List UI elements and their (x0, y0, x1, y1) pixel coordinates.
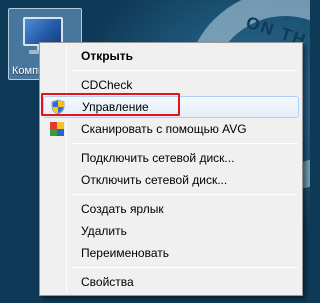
menu-item-disconnect-network-drive[interactable]: Отключить сетевой диск... (43, 169, 299, 191)
menu-item-label: Удалить (81, 224, 127, 238)
menu-separator (72, 143, 298, 144)
menu-item-label: Отключить сетевой диск... (81, 173, 228, 187)
menu-item-label: Создать ярлык (81, 202, 164, 216)
context-menu: Открыть CDCheck Управление Сканировать с… (39, 42, 303, 296)
menu-item-label: Открыть (81, 49, 134, 63)
menu-item-properties[interactable]: Свойства (43, 271, 299, 293)
menu-item-open[interactable]: Открыть (43, 45, 299, 67)
menu-item-avg-scan[interactable]: Сканировать с помощью AVG (43, 118, 299, 140)
menu-item-delete[interactable]: Удалить (43, 220, 299, 242)
menu-item-cdcheck[interactable]: CDCheck (43, 74, 299, 96)
menu-item-manage[interactable]: Управление (43, 96, 299, 118)
menu-separator (72, 70, 298, 71)
menu-item-label: CDCheck (81, 78, 133, 92)
menu-item-label: Сканировать с помощью AVG (81, 122, 247, 136)
menu-item-label: Переименовать (81, 246, 169, 260)
menu-item-label: Управление (82, 100, 149, 114)
menu-item-map-network-drive[interactable]: Подключить сетевой диск... (43, 147, 299, 169)
menu-item-create-shortcut[interactable]: Создать ярлык (43, 198, 299, 220)
menu-separator (72, 267, 298, 268)
menu-item-label: Подключить сетевой диск... (81, 151, 235, 165)
menu-separator (72, 194, 298, 195)
uac-shield-icon (50, 99, 66, 115)
avg-icon (49, 121, 65, 137)
menu-item-rename[interactable]: Переименовать (43, 242, 299, 264)
menu-item-label: Свойства (81, 275, 134, 289)
